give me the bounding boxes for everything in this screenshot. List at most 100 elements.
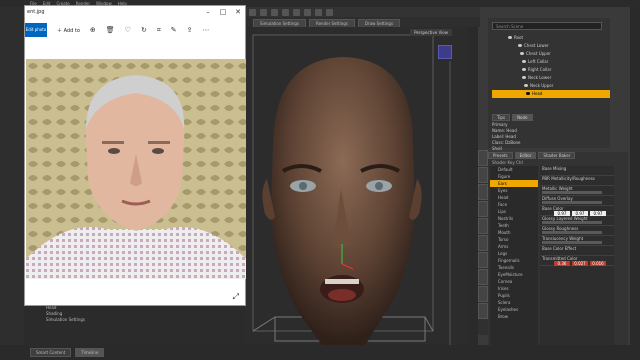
vertical-tab[interactable] [478, 201, 488, 217]
vertical-tab[interactable] [478, 235, 488, 251]
tab-render-settings[interactable]: Render Settings [308, 19, 355, 27]
scene-row[interactable]: Neck Upper [492, 82, 610, 90]
tool-button[interactable] [326, 8, 333, 16]
tab-shader-baker[interactable]: Shader Baker [538, 152, 576, 159]
property-row[interactable]: Base Color Effect [540, 246, 614, 256]
property-row[interactable]: Diffuse Overlay [540, 196, 614, 206]
expand-icon[interactable]: ⤢ [233, 292, 239, 302]
minimize-button[interactable]: – [201, 6, 215, 18]
vertical-tab[interactable] [478, 218, 488, 234]
vertical-tab[interactable] [478, 269, 488, 285]
eye-icon[interactable] [508, 36, 512, 39]
tool-button[interactable] [282, 8, 289, 16]
transmitted-color-row[interactable]: Transmitted Color 0.36 0.027 0.016 [540, 256, 614, 266]
surface-item[interactable]: Legs [490, 250, 538, 257]
base-color-row[interactable]: Base Color 0.97 0.97 0.97 [540, 206, 614, 216]
view-cube-icon[interactable] [438, 45, 452, 59]
delete-icon[interactable]: 🗑 [106, 26, 115, 34]
surface-item[interactable]: Torso [490, 236, 538, 243]
surface-item[interactable]: Irises [490, 285, 538, 292]
property-row[interactable]: Glossy Layered Weight [540, 216, 614, 226]
property-row[interactable]: Base Mixing [540, 166, 614, 176]
scene-row[interactable]: Chest Upper [492, 50, 610, 58]
surface-item[interactable]: Eyelashes [490, 306, 538, 313]
tool-button[interactable] [249, 8, 256, 16]
scene-row[interactable]: Left Collar [492, 58, 610, 66]
vertical-tab[interactable] [478, 184, 488, 200]
property-slider[interactable] [542, 241, 602, 244]
eye-icon[interactable] [522, 76, 526, 79]
close-button[interactable]: ✕ [231, 6, 245, 18]
tree-item[interactable]: Simulation Settings [24, 317, 245, 323]
tool-button[interactable] [304, 8, 311, 16]
crop-icon[interactable]: ⌗ [157, 26, 161, 35]
vertical-tab[interactable] [478, 167, 488, 183]
tab-smart-content[interactable]: Smart Content [30, 348, 72, 357]
property-slider[interactable] [542, 191, 602, 194]
transmitted-color-values[interactable]: 0.36 0.027 0.016 [542, 261, 614, 266]
tab-draw-settings[interactable]: Draw Settings [357, 19, 401, 27]
scene-search-input[interactable]: Search Scene [492, 22, 602, 30]
edit-photo-button[interactable]: Edit photo [25, 23, 47, 37]
property-row[interactable]: Translucency Weight [540, 236, 614, 246]
surface-item[interactable]: Fingernails [490, 257, 538, 264]
surface-item[interactable]: Figure [490, 173, 538, 180]
surface-item[interactable]: Pupils [490, 292, 538, 299]
vertical-tab[interactable] [478, 286, 488, 302]
tool-button[interactable] [293, 8, 300, 16]
vertical-tab[interactable] [478, 303, 488, 319]
surface-item[interactable]: Lips [490, 208, 538, 215]
surface-item[interactable]: Eyes [490, 187, 538, 194]
viewport-title[interactable]: Perspective View [410, 29, 452, 36]
property-slider[interactable] [542, 221, 602, 224]
eye-icon[interactable] [522, 60, 526, 63]
heart-icon[interactable]: ♡ [125, 26, 131, 34]
edit-icon[interactable]: ✎ [171, 26, 177, 34]
maximize-button[interactable]: □ [216, 6, 230, 18]
eye-icon[interactable] [524, 84, 528, 87]
vertical-tab[interactable] [478, 252, 488, 268]
zoom-in-icon[interactable]: ⊕ [90, 26, 96, 34]
surface-item[interactable]: Nostrils [490, 215, 538, 222]
surface-item[interactable]: Arms [490, 243, 538, 250]
surface-item[interactable]: Default [490, 166, 538, 173]
tab-node[interactable]: Node [512, 114, 533, 121]
tab-editor[interactable]: Editor [514, 152, 537, 159]
surface-item[interactable]: Toenails [490, 264, 538, 271]
vertical-tab[interactable] [478, 150, 488, 166]
tool-button[interactable] [315, 8, 322, 16]
property-slider[interactable] [542, 231, 602, 234]
add-to-button[interactable]: ＋ Add to [57, 27, 80, 34]
surface-item[interactable]: Mouth [490, 229, 538, 236]
tool-button[interactable] [271, 8, 278, 16]
surface-item[interactable]: Head [490, 194, 538, 201]
property-row[interactable]: PBR Metallicity/Roughness [540, 176, 614, 186]
surface-item[interactable]: Cornea [490, 278, 538, 285]
tab-timeline[interactable]: Timeline [75, 348, 105, 357]
scene-row[interactable]: Right Collar [492, 66, 610, 74]
scene-row[interactable]: Root [492, 34, 610, 42]
scene-row-selected[interactable]: Head [492, 90, 610, 98]
eye-icon[interactable] [518, 44, 522, 47]
surface-item-selected[interactable]: Ears [490, 180, 538, 187]
scene-row[interactable]: Chest Lower [492, 42, 610, 50]
property-slider[interactable] [542, 201, 602, 204]
more-icon[interactable]: ⋯ [203, 26, 210, 34]
surface-item[interactable]: Teeth [490, 222, 538, 229]
surface-item[interactable]: Brow [490, 313, 538, 320]
surface-item[interactable]: Sclera [490, 299, 538, 306]
eye-icon[interactable] [526, 92, 530, 95]
share-icon[interactable]: ⇪ [187, 26, 193, 34]
surface-item[interactable]: Face [490, 201, 538, 208]
surface-item[interactable]: EyeMoisture [490, 271, 538, 278]
tab-presets[interactable]: Presets [488, 152, 513, 159]
eye-icon[interactable] [520, 52, 524, 55]
eye-icon[interactable] [522, 68, 526, 71]
property-row[interactable]: Metallic Weight [540, 186, 614, 196]
property-row[interactable]: Glossy Roughness [540, 226, 614, 236]
scene-row[interactable]: Neck Lower [492, 74, 610, 82]
tool-button[interactable] [260, 8, 267, 16]
rotate-icon[interactable]: ↻ [141, 26, 147, 34]
surface-subtabs[interactable]: Shader Key Ctrl [492, 160, 523, 165]
tab-simulation-settings[interactable]: Simulation Settings [253, 19, 306, 27]
